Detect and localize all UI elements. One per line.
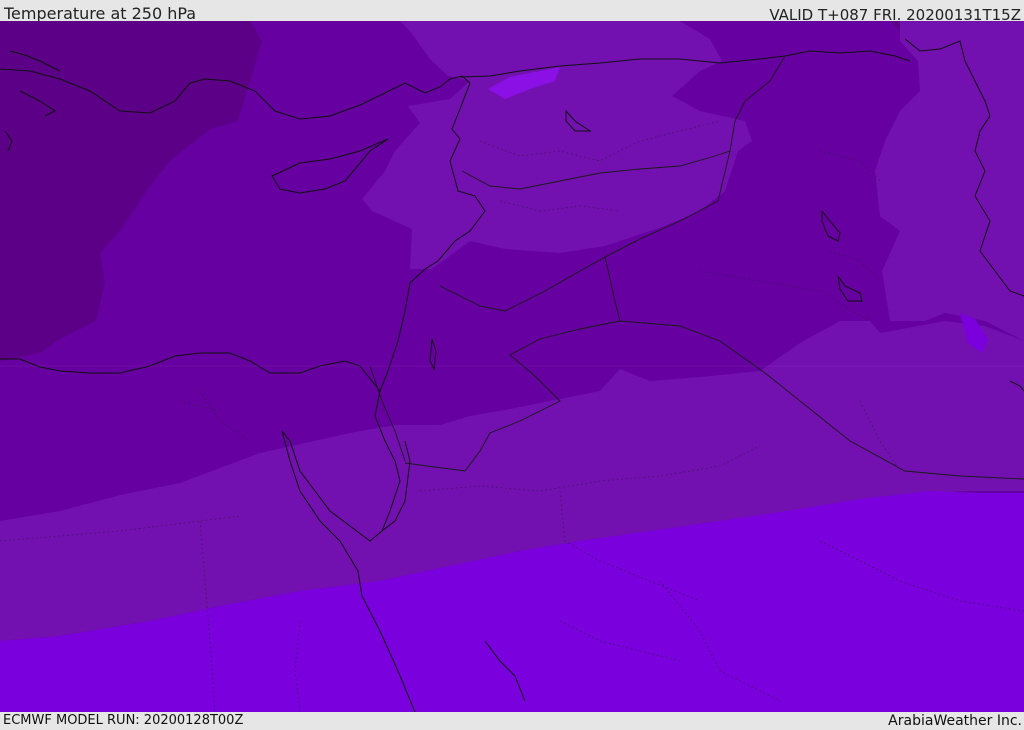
credit: ArabiaWeather Inc. xyxy=(888,713,1022,729)
weather-map[interactable] xyxy=(0,21,1024,712)
footer-bar: ECMWF MODEL RUN: 20200128T00Z ArabiaWeat… xyxy=(0,712,1024,729)
model-run: ECMWF MODEL RUN: 20200128T00Z xyxy=(3,713,244,728)
header-bar: Temperature at 250 hPa VALID T+087 FRI. … xyxy=(0,0,1024,24)
